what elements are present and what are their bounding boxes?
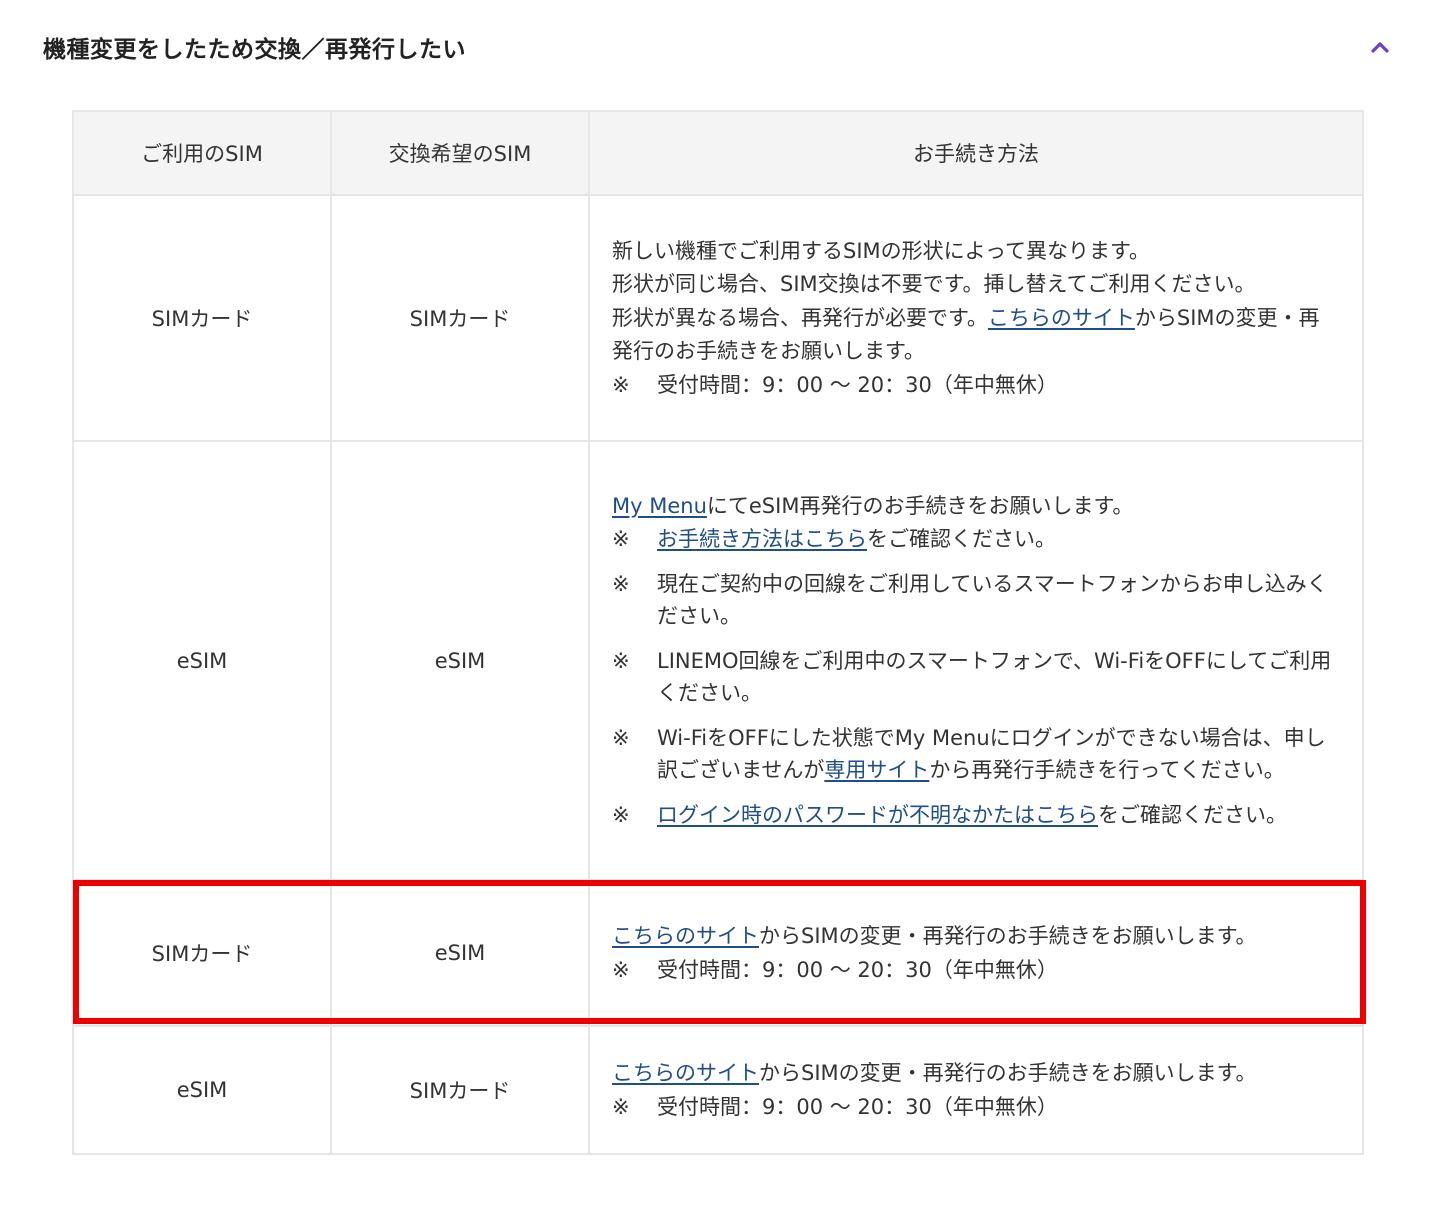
procedure-guide-link[interactable]: お手続き方法はこちら	[657, 527, 867, 551]
note-mark: ※	[612, 571, 630, 596]
reception-hours-note: ※ 受付時間：9：00 〜 20：30（年中無休）	[612, 369, 1336, 402]
my-menu-link[interactable]: My Menu	[612, 494, 707, 518]
accordion-header[interactable]: 機種変更をしたため交換／再発行したい	[0, 0, 1436, 96]
site-link[interactable]: こちらのサイト	[988, 306, 1135, 330]
header-desired-sim: 交換希望のSIM	[330, 110, 590, 196]
table-row-highlighted: SIMカード eSIM こちらのサイトからSIMの変更・再発行のお手続きをお願い…	[72, 879, 1364, 1027]
dedicated-site-link[interactable]: 専用サイト	[824, 758, 929, 782]
procedure-text: 新しい機種でご利用するSIMの形状によって異なります。	[612, 238, 1150, 263]
procedure-text-part: からSIMの変更・再発行のお手続きをお願いします。	[759, 1060, 1257, 1085]
desired-sim-cell: SIMカード	[330, 1025, 590, 1155]
desired-sim-cell: eSIM	[330, 879, 590, 1027]
accordion-title: 機種変更をしたため交換／再発行したい	[43, 37, 466, 63]
note-text: 現在ご契約中の回線をご利用しているスマートフォンからお申し込みください。	[657, 571, 1328, 629]
sim-exchange-table: ご利用のSIM 交換希望のSIM お手続き方法 SIMカード SIMカード 新し…	[72, 110, 1364, 1155]
note-text: 受付時間：9：00 〜 20：30（年中無休）	[657, 372, 1058, 397]
note-text: をご確認ください。	[867, 527, 1056, 552]
site-link[interactable]: こちらのサイト	[612, 924, 759, 948]
note-text: をご確認ください。	[1098, 802, 1287, 827]
note-item: ※ お手続き方法はこちらをご確認ください。	[612, 523, 1336, 556]
desired-sim-cell: SIMカード	[330, 194, 590, 442]
note-mark: ※	[612, 372, 630, 397]
procedure-cell: 新しい機種でご利用するSIMの形状によって異なります。 形状が同じ場合、SIM交…	[588, 194, 1364, 442]
note-item: ※ LINEMO回線をご利用中のスマートフォンで、Wi-FiをOFFにしてご利用く…	[612, 645, 1336, 710]
table-row: eSIM eSIM My MenuにてeSIM再発行のお手続きをお願いします。 …	[72, 440, 1364, 881]
note-text: から再発行手続きを行ってください。	[929, 758, 1285, 783]
note-mark: ※	[612, 648, 630, 673]
note-item: ※ ログイン時のパスワードが不明なかたはこちらをご確認ください。	[612, 799, 1336, 832]
password-help-link[interactable]: ログイン時のパスワードが不明なかたはこちら	[657, 803, 1098, 827]
procedure-cell: こちらのサイトからSIMの変更・再発行のお手続きをお願いします。 ※ 受付時間：9…	[588, 879, 1364, 1027]
note-item: ※ Wi-FiをOFFにした状態でMy Menuにログインができない場合は、申し訳…	[612, 722, 1336, 787]
procedure-text-part: にてeSIM再発行のお手続きをお願いします。	[706, 493, 1134, 518]
procedure-text-part: からSIMの変更・再発行のお手続きをお願いします。	[759, 923, 1257, 948]
table-header-row: ご利用のSIM 交換希望のSIM お手続き方法	[72, 110, 1364, 196]
procedure-text: 形状が異なる場合、再発行が必要です。こちらのサイトからSIMの変更・再発行のお手…	[612, 302, 1336, 369]
table-row: eSIM SIMカード こちらのサイトからSIMの変更・再発行のお手続きをお願い…	[72, 1025, 1364, 1155]
procedure-cell: My MenuにてeSIM再発行のお手続きをお願いします。 ※ お手続き方法はこち…	[588, 440, 1364, 881]
chevron-up-icon[interactable]	[1366, 33, 1394, 61]
reception-hours-note: ※ 受付時間：9：00 〜 20：30（年中無休）	[612, 954, 1336, 987]
note-mark: ※	[612, 957, 630, 982]
procedure-text-part: 形状が異なる場合、再発行が必要です。	[612, 305, 988, 330]
note-mark: ※	[612, 1094, 630, 1119]
note-item: ※ 現在ご契約中の回線をご利用しているスマートフォンからお申し込みください。	[612, 568, 1336, 633]
current-sim-cell: SIMカード	[72, 194, 332, 442]
desired-sim-cell: eSIM	[330, 440, 590, 881]
note-text: LINEMO回線をご利用中のスマートフォンで、Wi-FiをOFFにしてご利用くだ…	[657, 648, 1332, 706]
note-text: 受付時間：9：00 〜 20：30（年中無休）	[657, 1094, 1058, 1119]
header-procedure: お手続き方法	[588, 110, 1364, 196]
note-mark: ※	[612, 802, 630, 827]
note-mark: ※	[612, 527, 630, 552]
note-mark: ※	[612, 725, 630, 750]
site-link[interactable]: こちらのサイト	[612, 1061, 759, 1085]
procedure-cell: こちらのサイトからSIMの変更・再発行のお手続きをお願いします。 ※ 受付時間：9…	[588, 1025, 1364, 1155]
reception-hours-note: ※ 受付時間：9：00 〜 20：30（年中無休）	[612, 1091, 1336, 1124]
header-current-sim: ご利用のSIM	[72, 110, 332, 196]
table-row: SIMカード SIMカード 新しい機種でご利用するSIMの形状によって異なります…	[72, 194, 1364, 442]
procedure-text: こちらのサイトからSIMの変更・再発行のお手続きをお願いします。	[612, 920, 1336, 954]
current-sim-cell: eSIM	[72, 1025, 332, 1155]
procedure-text: My MenuにてeSIM再発行のお手続きをお願いします。	[612, 490, 1336, 524]
procedure-text: こちらのサイトからSIMの変更・再発行のお手続きをお願いします。	[612, 1057, 1336, 1091]
current-sim-cell: eSIM	[72, 440, 332, 881]
current-sim-cell: SIMカード	[72, 879, 332, 1027]
note-text: 受付時間：9：00 〜 20：30（年中無休）	[657, 957, 1058, 982]
procedure-text: 形状が同じ場合、SIM交換は不要です。挿し替えてご利用ください。	[612, 272, 1256, 297]
